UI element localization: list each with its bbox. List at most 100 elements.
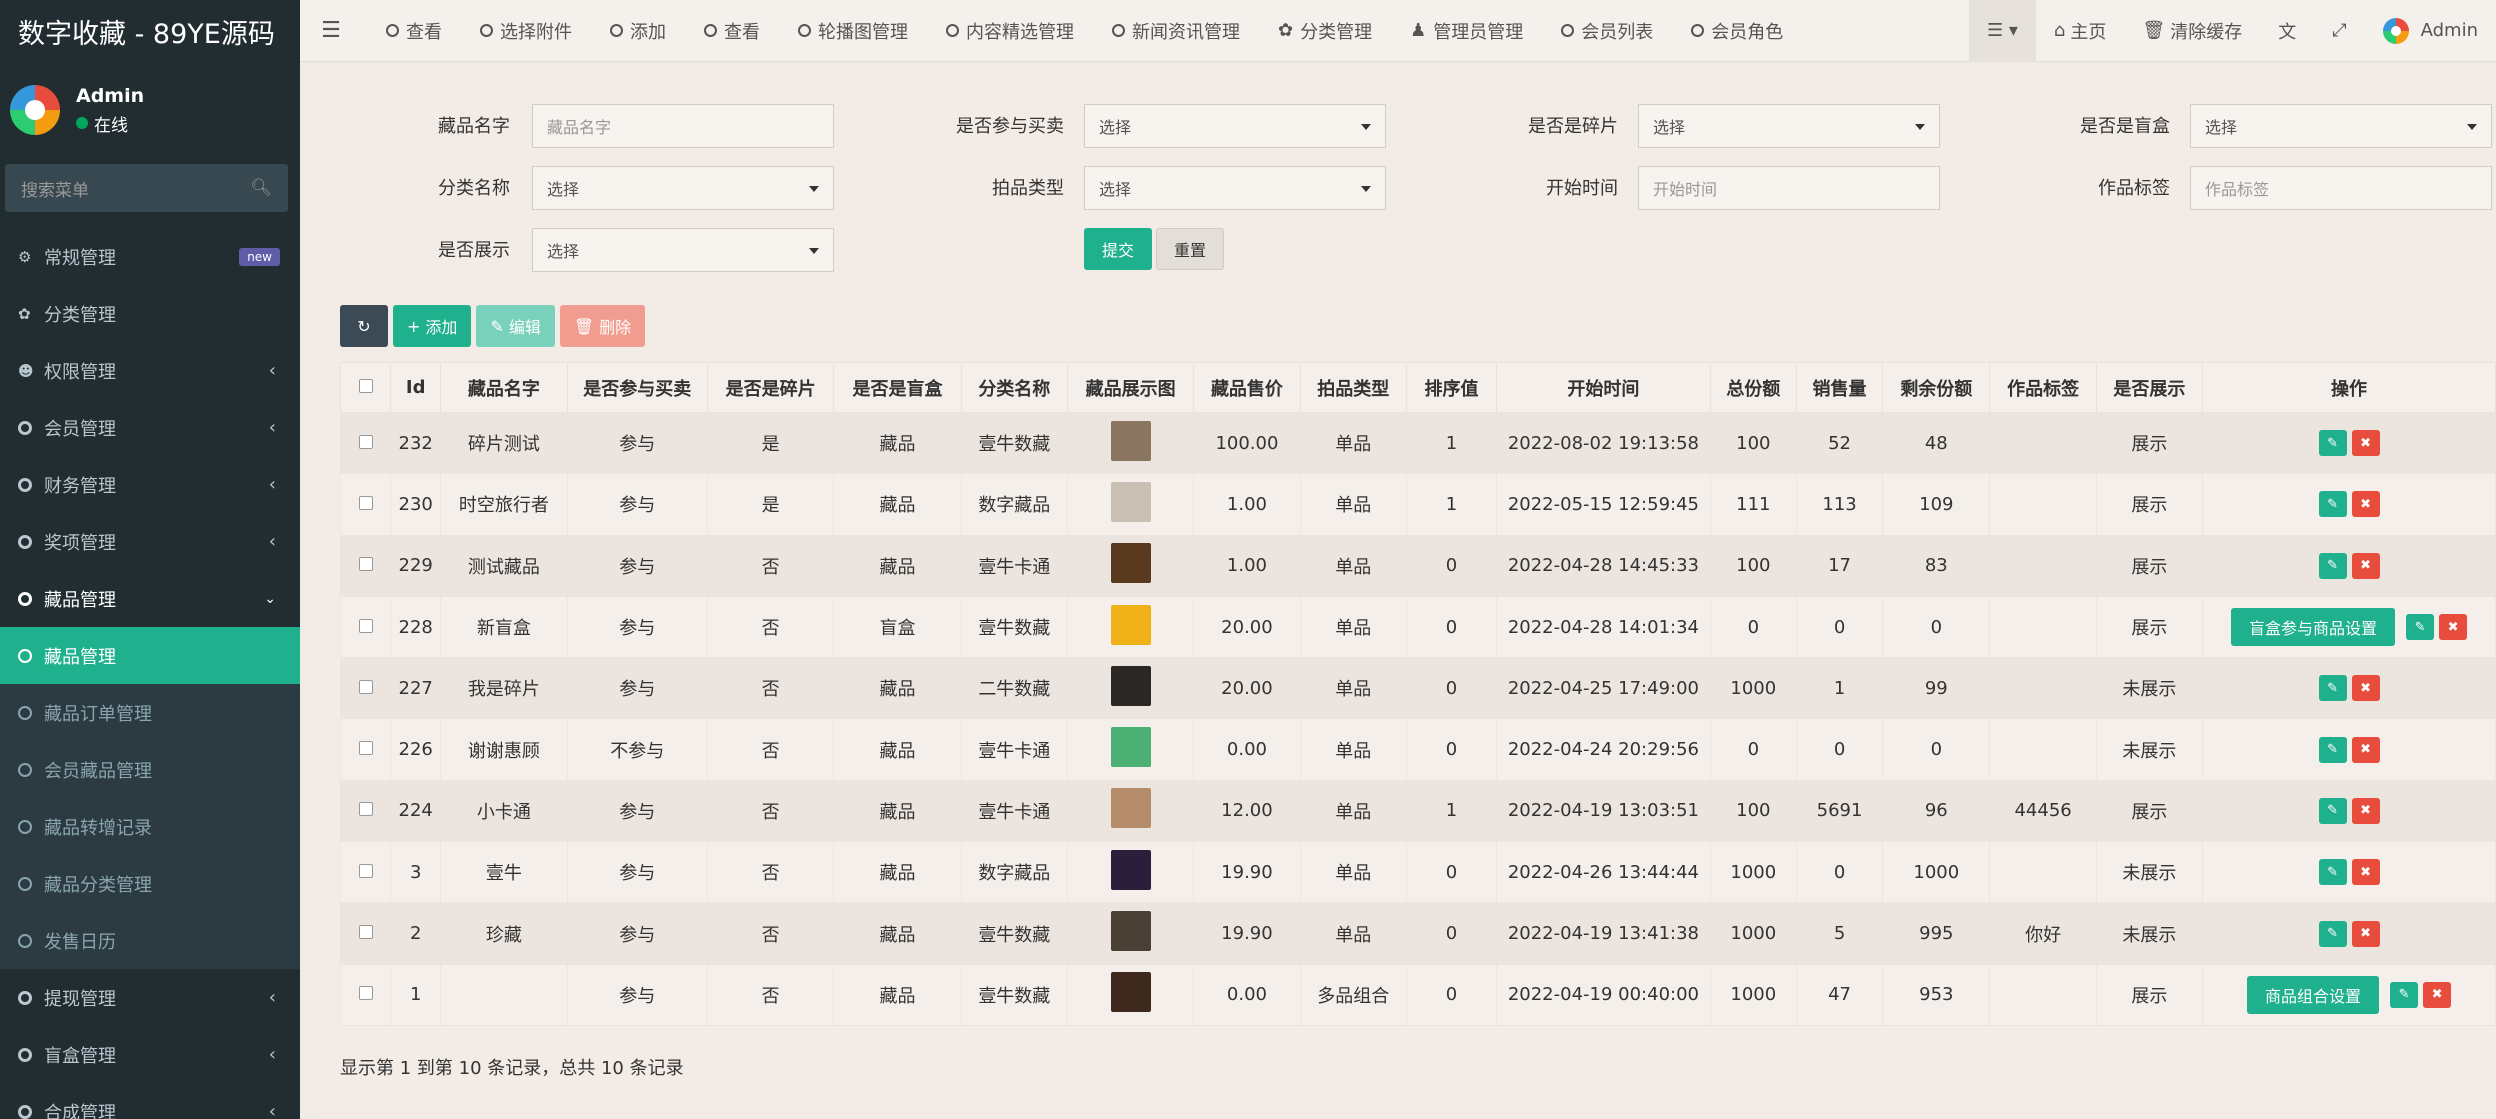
row-checkbox[interactable] — [358, 557, 373, 572]
row-checkbox[interactable] — [358, 986, 373, 1001]
sidebar-subitem-calendar[interactable]: 发售日历 — [0, 912, 300, 969]
row-edit-icon[interactable]: ✎ — [2406, 614, 2435, 641]
collection-thumbnail[interactable] — [1110, 727, 1151, 768]
sidebar-item-withdraw[interactable]: 提现管理 ‹ — [0, 969, 300, 1026]
collection-thumbnail[interactable] — [1110, 972, 1151, 1013]
col-header[interactable]: 藏品售价 — [1193, 362, 1301, 413]
submit-button[interactable]: 提交 — [1084, 228, 1152, 270]
show-filter-select[interactable]: 选择 — [532, 228, 834, 272]
row-edit-icon[interactable]: ✎ — [2390, 981, 2419, 1008]
fullscreen-icon[interactable]: ⤢ — [2314, 0, 2364, 62]
sidebar-subitem-member-collections[interactable]: 会员藏品管理 — [0, 741, 300, 798]
edit-button[interactable]: ✎ 编辑 — [476, 305, 555, 347]
select-all-checkbox[interactable] — [339, 362, 392, 413]
top-nav-category[interactable]: ✿ 分类管理 — [1278, 18, 1372, 44]
col-header[interactable]: 是否展示 — [2095, 362, 2204, 413]
sidebar-item-awards[interactable]: 奖项管理 ‹ — [0, 513, 300, 570]
sidebar-subitem-collection-categories[interactable]: 藏品分类管理 — [0, 855, 300, 912]
clear-cache-button[interactable]: 🗑︎ 清除缓存 — [2124, 0, 2260, 62]
col-header[interactable]: 拍品类型 — [1299, 362, 1407, 413]
top-nav-member-roles[interactable]: 会员角色 — [1691, 18, 1783, 44]
top-nav-add[interactable]: 添加 — [610, 18, 666, 44]
top-nav-view[interactable]: 查看 — [386, 18, 442, 44]
top-nav-member-list[interactable]: 会员列表 — [1561, 18, 1653, 44]
name-filter-input[interactable]: 藏品名字 — [532, 104, 834, 148]
row-delete-icon[interactable]: ✖ — [2351, 552, 2380, 579]
row-delete-icon[interactable]: ✖ — [2351, 736, 2380, 763]
row-checkbox[interactable] — [358, 925, 373, 940]
add-button[interactable]: + 添加 — [393, 305, 472, 347]
start-time-filter-input[interactable]: 开始时间 — [1638, 166, 1940, 210]
top-nav-admins[interactable]: ♟ 管理员管理 — [1410, 18, 1523, 44]
top-nav-select-attachment[interactable]: 选择附件 — [480, 18, 572, 44]
sidebar-subitem-collections[interactable]: 藏品管理 — [0, 627, 300, 684]
row-checkbox[interactable] — [358, 741, 373, 756]
row-delete-icon[interactable]: ✖ — [2351, 491, 2380, 518]
row-checkbox[interactable] — [358, 679, 373, 694]
row-settings-button[interactable]: 商品组合设置 — [2247, 975, 2380, 1014]
row-edit-icon[interactable]: ✎ — [2318, 675, 2347, 702]
collection-thumbnail[interactable] — [1110, 543, 1151, 584]
collection-thumbnail[interactable] — [1110, 604, 1151, 645]
col-header[interactable]: 是否是盲盒 — [833, 362, 962, 413]
sidebar-item-permissions[interactable]: ☻ 权限管理 ‹ — [0, 342, 300, 399]
collection-thumbnail[interactable] — [1110, 420, 1151, 461]
sidebar-subitem-transfers[interactable]: 藏品转增记录 — [0, 798, 300, 855]
col-header[interactable]: Id — [390, 362, 442, 413]
menu-search-input[interactable]: 搜索菜单 🔍︎ — [5, 164, 288, 212]
row-edit-icon[interactable]: ✎ — [2318, 552, 2347, 579]
row-delete-icon[interactable]: ✖ — [2423, 981, 2452, 1008]
col-header[interactable]: 开始时间 — [1496, 362, 1711, 413]
row-edit-icon[interactable]: ✎ — [2318, 736, 2347, 763]
fragment-filter-select[interactable]: 选择 — [1638, 104, 1940, 148]
row-edit-icon[interactable]: ✎ — [2318, 920, 2347, 947]
row-delete-icon[interactable]: ✖ — [2351, 675, 2380, 702]
sidebar-item-synthesis[interactable]: 合成管理 ‹ — [0, 1083, 300, 1119]
tag-filter-input[interactable]: 作品标签 — [2190, 166, 2492, 210]
auction-type-filter-select[interactable]: 选择 — [1084, 166, 1386, 210]
row-edit-icon[interactable]: ✎ — [2318, 491, 2347, 518]
col-header[interactable]: 是否是碎片 — [706, 362, 835, 413]
row-checkbox[interactable] — [358, 495, 373, 510]
home-link[interactable]: ⌂ 主页 — [2036, 0, 2124, 62]
sidebar-subitem-orders[interactable]: 藏品订单管理 — [0, 684, 300, 741]
collection-thumbnail[interactable] — [1110, 481, 1151, 522]
col-header[interactable]: 是否参与买卖 — [566, 362, 708, 413]
top-nav-view-2[interactable]: 查看 — [704, 18, 760, 44]
row-checkbox[interactable] — [358, 618, 373, 633]
collection-thumbnail[interactable] — [1110, 911, 1151, 952]
col-header[interactable]: 藏品展示图 — [1066, 362, 1195, 413]
col-header[interactable]: 排序值 — [1405, 362, 1498, 413]
app-title[interactable]: 数字收藏 - 89YE源码 — [0, 0, 300, 62]
checkbox[interactable] — [358, 379, 373, 393]
row-checkbox[interactable] — [358, 434, 373, 449]
trade-filter-select[interactable]: 选择 — [1084, 104, 1386, 148]
sidebar-item-collections[interactable]: 藏品管理 ⌄ — [0, 570, 300, 627]
row-edit-icon[interactable]: ✎ — [2318, 797, 2347, 824]
user-menu[interactable]: Admin — [2365, 0, 2496, 62]
language-icon[interactable]: 文 — [2260, 0, 2314, 62]
col-header[interactable]: 作品标签 — [1989, 362, 2097, 413]
refresh-button[interactable]: ↻ — [340, 305, 388, 347]
collection-thumbnail[interactable] — [1110, 788, 1151, 829]
row-delete-icon[interactable]: ✖ — [2351, 859, 2380, 886]
row-edit-icon[interactable]: ✎ — [2318, 430, 2347, 457]
collection-thumbnail[interactable] — [1110, 849, 1151, 890]
row-edit-icon[interactable]: ✎ — [2318, 859, 2347, 886]
blindbox-filter-select[interactable]: 选择 — [2190, 104, 2492, 148]
top-nav-carousel[interactable]: 轮播图管理 — [798, 18, 908, 44]
delete-button[interactable]: 🗑︎ 删除 — [559, 305, 646, 347]
top-nav-featured[interactable]: 内容精选管理 — [946, 18, 1074, 44]
sidebar-item-category[interactable]: ✿ 分类管理 — [0, 285, 300, 342]
row-checkbox[interactable] — [358, 802, 373, 817]
col-header[interactable]: 销售量 — [1795, 362, 1884, 413]
top-nav-news[interactable]: 新闻资讯管理 — [1112, 18, 1240, 44]
reset-button[interactable]: 重置 — [1156, 228, 1224, 270]
row-settings-button[interactable]: 盲盒参与商品设置 — [2231, 608, 2396, 647]
row-delete-icon[interactable]: ✖ — [2351, 430, 2380, 457]
sidebar-item-finance[interactable]: 财务管理 ‹ — [0, 456, 300, 513]
col-header[interactable]: 剩余份额 — [1882, 362, 1991, 413]
row-delete-icon[interactable]: ✖ — [2351, 920, 2380, 947]
sidebar-toggle-icon[interactable]: ☰ — [300, 0, 362, 62]
col-header[interactable]: 总份额 — [1709, 362, 1797, 413]
